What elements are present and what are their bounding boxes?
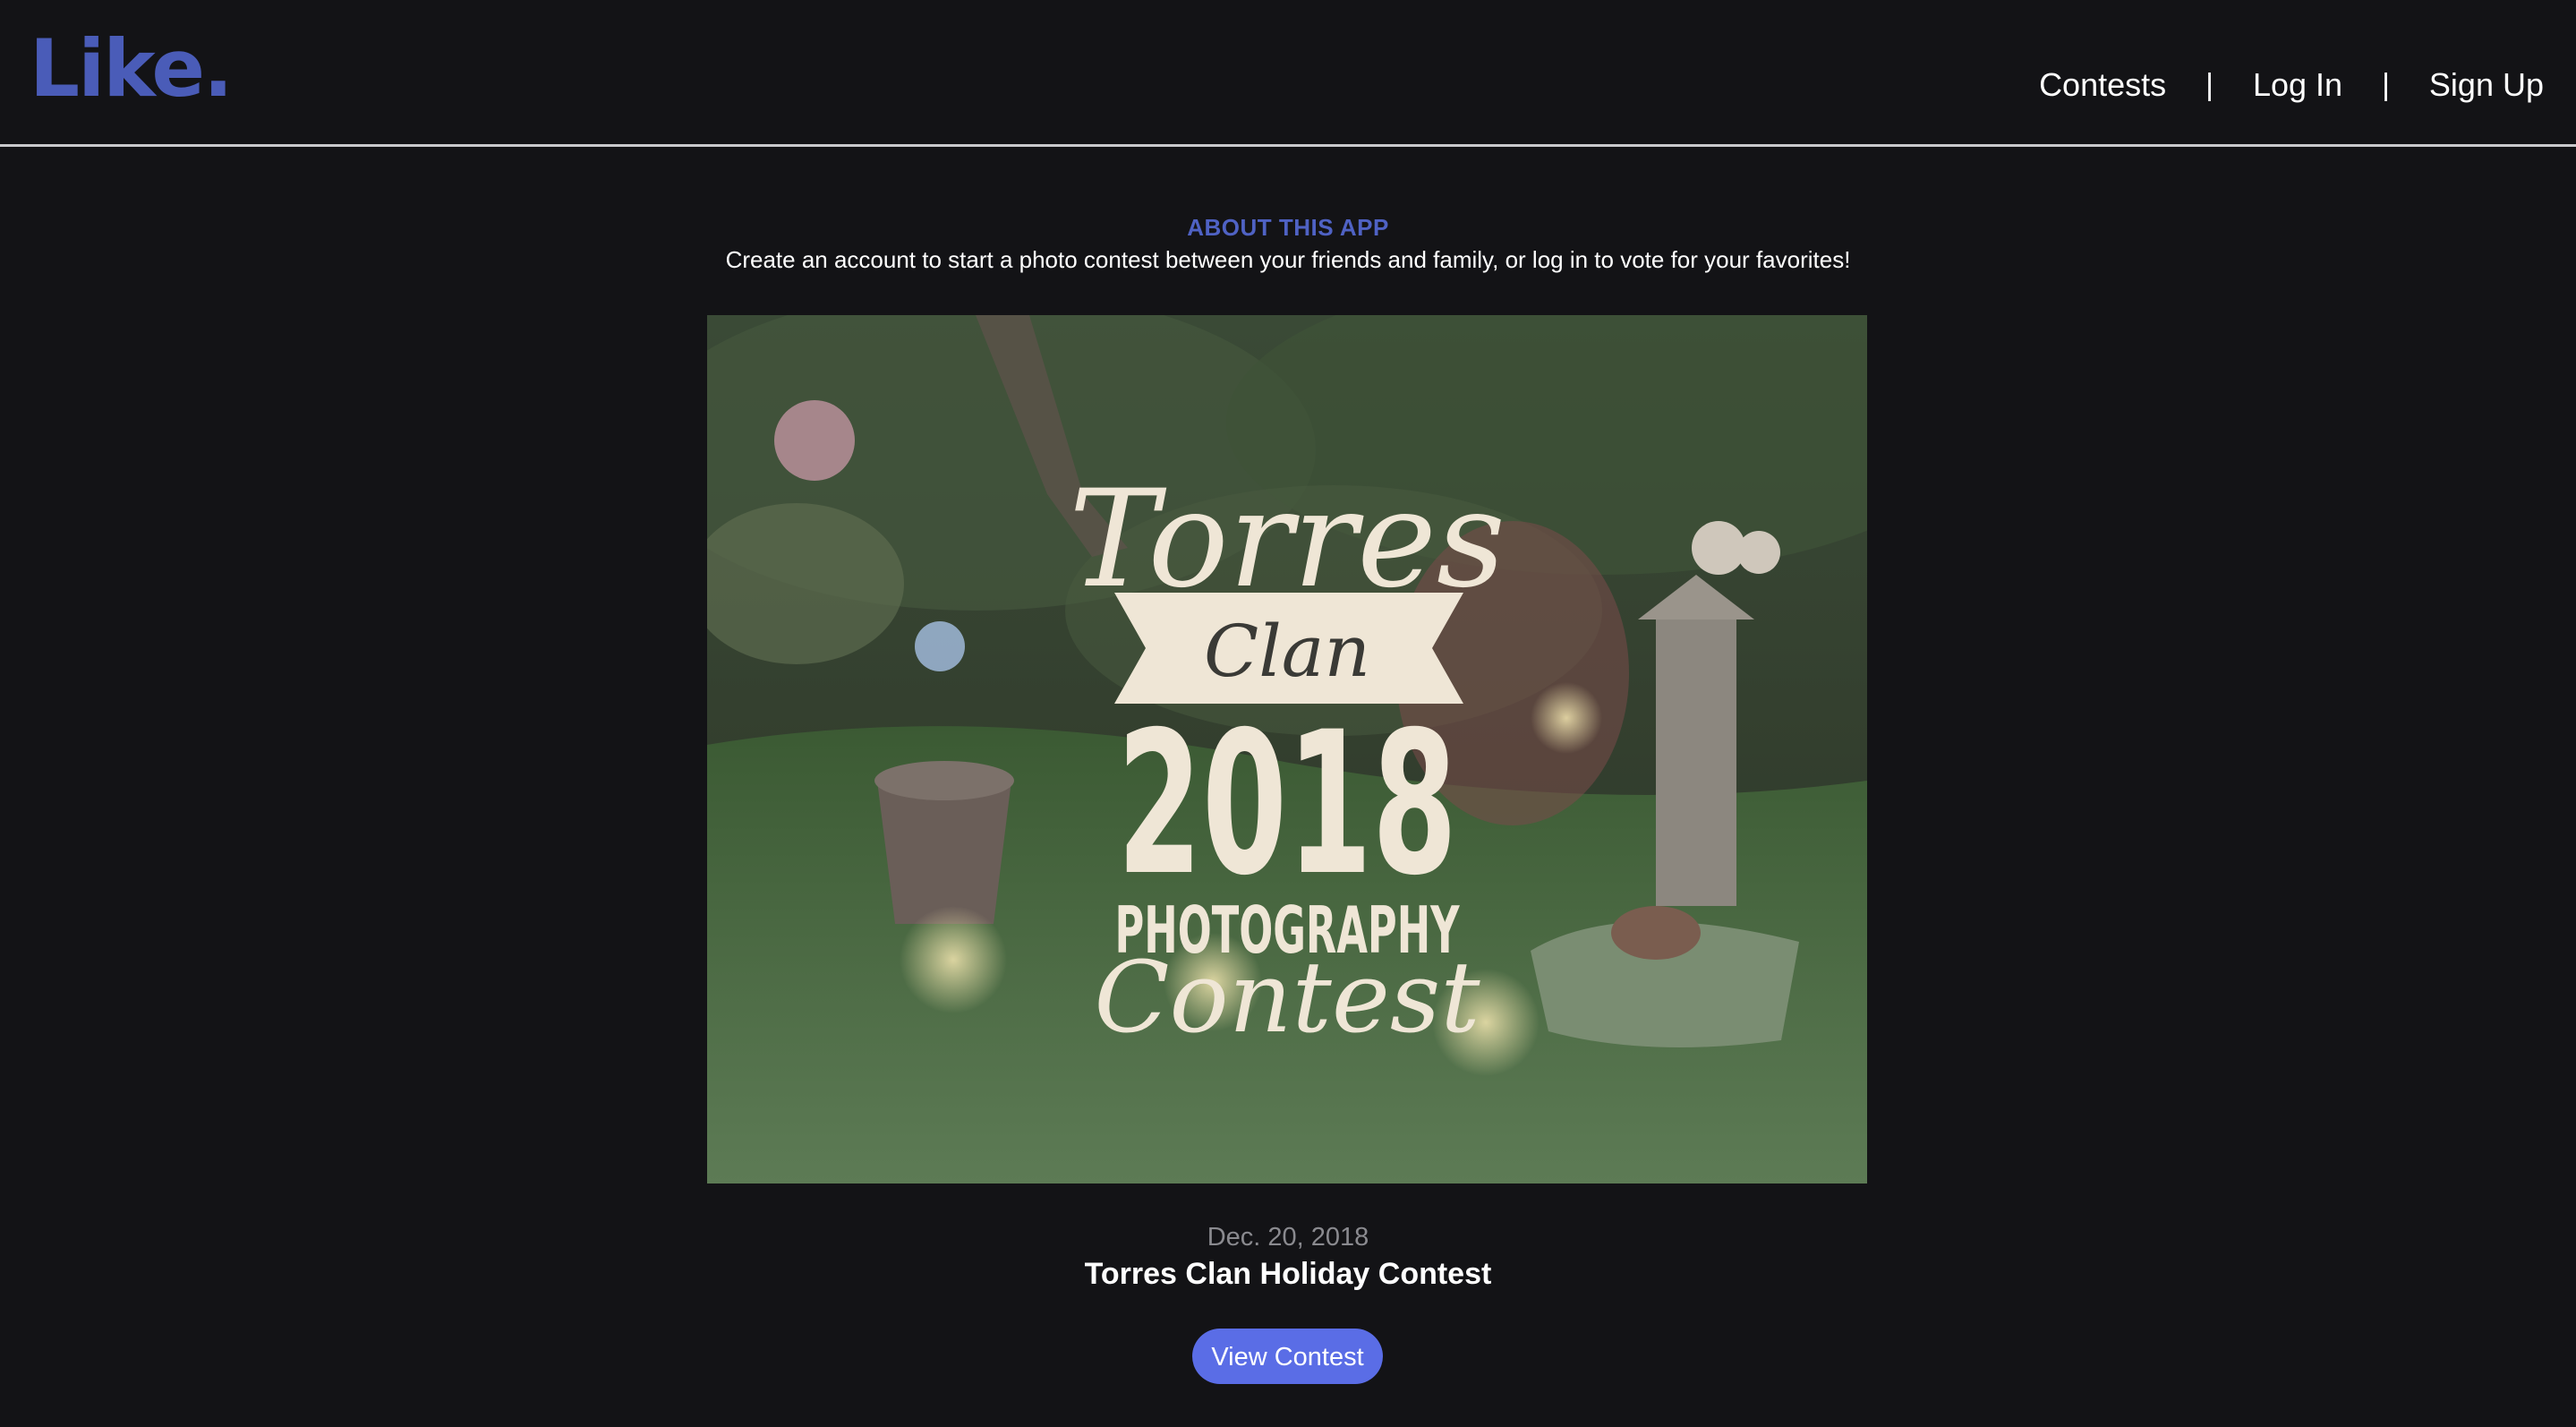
contest-cover-illustration: Torres Clan 2018 PHOTOGRAPHY Contest — [707, 315, 1867, 1183]
contest-title: Torres Clan Holiday Contest — [1084, 1257, 1492, 1291]
nav-separator: | — [2382, 67, 2390, 102]
cover-text: Torres Clan 2018 PHOTOGRAPHY Contest — [1069, 462, 1506, 1055]
cover-text-line2: Clan — [1204, 610, 1370, 693]
contest-cover-image[interactable]: Torres Clan 2018 PHOTOGRAPHY Contest — [707, 315, 1867, 1183]
nav-login-link[interactable]: Log In — [2253, 66, 2342, 104]
main-nav: Contests | Log In | Sign Up — [2039, 54, 2544, 116]
about-section: ABOUT THIS APP Create an account to star… — [0, 211, 2576, 276]
about-title: ABOUT THIS APP — [1187, 214, 1389, 241]
nav-contests-link[interactable]: Contests — [2039, 66, 2166, 104]
about-description: Create an account to start a photo conte… — [725, 246, 1851, 273]
top-header: Like. Contests | Log In | Sign Up — [0, 0, 2576, 147]
cover-text-line3: 2018 — [1117, 689, 1457, 919]
logo[interactable]: Like. — [30, 20, 234, 118]
view-contest-button[interactable]: View Contest — [1192, 1329, 1383, 1384]
cover-text-line5: Contest — [1094, 940, 1480, 1055]
nav-signup-link[interactable]: Sign Up — [2429, 66, 2544, 104]
contest-date: Dec. 20, 2018 — [1207, 1223, 1369, 1252]
nav-separator: | — [2205, 67, 2213, 102]
